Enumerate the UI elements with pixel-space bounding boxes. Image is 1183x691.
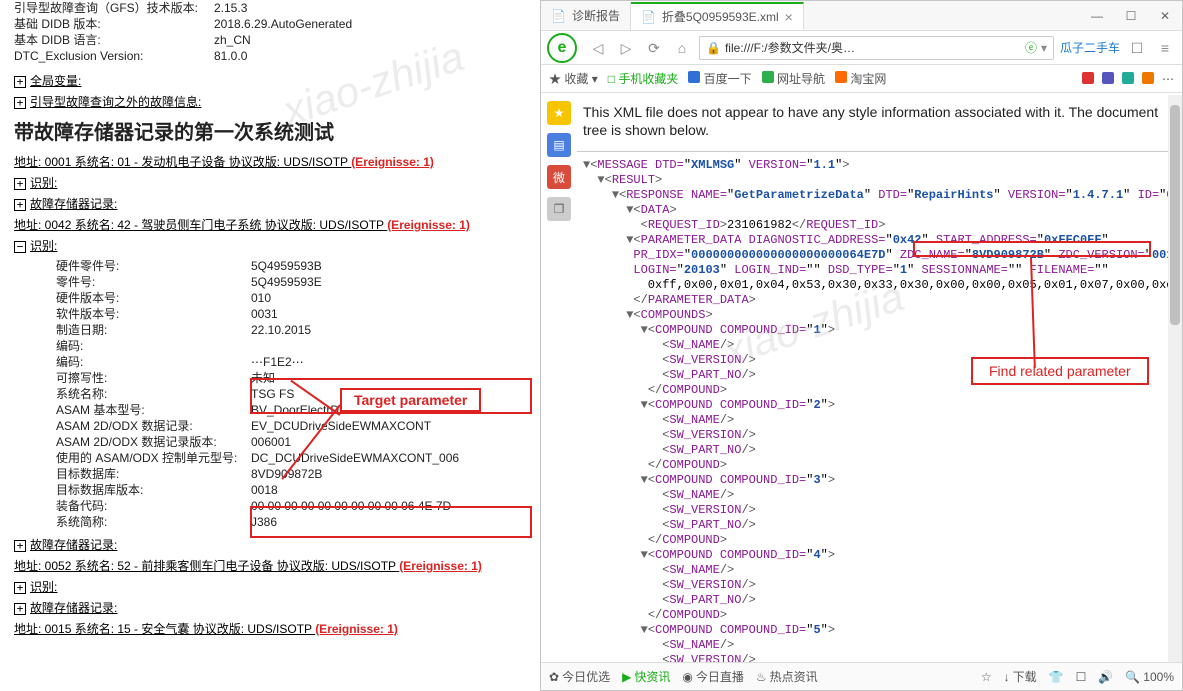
expand-icon[interactable]: + [14,97,26,109]
kv-row: 基础 DIDB 版本:2018.6.29.AutoGenerated [14,16,526,32]
social-sidebar: ★ ▤ 微 ❐ [541,95,577,662]
section-extra-fault[interactable]: +引导型故障查询之外的故障信息: [14,93,526,110]
faultrec-section[interactable]: +故障存储器记录: [14,195,526,212]
kv-row: 基本 DIDB 语言:zh_CN [14,32,526,48]
expand-icon[interactable]: + [14,199,26,211]
fold-icon[interactable]: ▼ [641,323,648,337]
kv-row: DTC_Exclusion Version:81.0.0 [14,48,526,64]
bookmark-baidu[interactable]: 百度一下 [688,70,751,87]
menu-icon[interactable]: ≡ [1154,37,1176,59]
ident-section[interactable]: +识别: [14,174,526,191]
status-hot[interactable]: ♨ 热点资讯 [756,668,818,685]
zoom-level[interactable]: 🔍 100% [1125,670,1174,684]
volume-icon[interactable]: 🔊 [1098,670,1113,684]
qzone-icon[interactable]: ★ [547,101,571,125]
more-icon[interactable]: ⋯ [1162,72,1174,86]
diag-report-pane: 引导型故障查询（GFS）技术版本:2.15.3 基础 DIDB 版本:2018.… [0,0,540,691]
weibo-icon[interactable]: 微 [547,165,571,189]
back-icon[interactable]: ◁ [587,37,609,59]
address-bar[interactable]: 🔒file:///F:/参数文件夹/奥…ⓔ▾ [699,36,1054,60]
browser-window: 📄诊断报告 📄折叠5Q0959593E.xml× — ☐ ✕ e ◁ ▷ ⟳ ⌂… [540,0,1183,691]
xml-banner: This XML file does not appear to have an… [577,95,1168,147]
ident-section[interactable]: +识别: [14,578,526,595]
fold-icon[interactable]: ▼ [612,188,619,202]
expand-icon[interactable]: + [14,582,26,594]
zdc-version: 0018 [1152,248,1168,262]
home-icon[interactable]: ⌂ [671,37,693,59]
status-live[interactable]: ◉ 今日直播 [682,668,744,685]
capture-icon[interactable]: ☐ [1076,670,1087,684]
tools-icon[interactable]: 👕 [1049,670,1064,684]
statusbar: ✿ 今日优选 ▶ 快资讯 ◉ 今日直播 ♨ 热点资讯 ☆ ↓ 下载 👕 ☐ 🔊 … [541,662,1182,690]
navbar: e ◁ ▷ ⟳ ⌂ 🔒file:///F:/参数文件夹/奥…ⓔ▾ 瓜子二手车 ☐… [541,31,1182,65]
forward-icon[interactable]: ▷ [615,37,637,59]
fold-icon[interactable]: ▼ [597,173,604,187]
collapse-icon[interactable]: − [14,241,26,253]
browser-logo-icon[interactable]: e [547,33,577,63]
target-db: 8VD909872B [251,466,526,482]
ext-icon[interactable] [1142,72,1154,84]
download-icon[interactable]: ↓ 下载 [1004,668,1037,685]
kv-row: 引导型故障查询（GFS）技术版本:2.15.3 [14,0,526,16]
related-label: Find related parameter [971,357,1149,385]
kv-key: 引导型故障查询（GFS）技术版本: [14,0,214,16]
target-label: Target parameter [340,388,481,412]
minimize-icon[interactable]: — [1080,1,1114,31]
fav-icon[interactable]: ★ 收藏 ▾ [549,70,598,87]
page-icon: 📄 [551,9,566,23]
bookmarks-bar: ★ 收藏 ▾ □ 手机收藏夹 百度一下 网址导航 淘宝网 ⋯ [541,65,1182,93]
bookmark-taobao[interactable]: 淘宝网 [835,70,886,87]
expand-icon[interactable]: + [14,540,26,552]
fold-icon[interactable]: ▼ [641,623,648,637]
tab-xml[interactable]: 📄折叠5Q0959593E.xml× [631,2,804,30]
more-icon[interactable]: ❐ [547,197,571,221]
tab-diag[interactable]: 📄诊断报告 [541,2,631,30]
status-kuai[interactable]: ▶ 快资讯 [622,668,670,685]
ext-icon[interactable] [1122,72,1134,84]
addr-0001-row[interactable]: 地址: 0001 系统名: 01 - 发动机电子设备 协议改版: UDS/ISO… [14,153,526,170]
titlebar: 📄诊断报告 📄折叠5Q0959593E.xml× — ☐ ✕ [541,1,1182,31]
maximize-icon[interactable]: ☐ [1114,1,1148,31]
fold-icon[interactable]: ▼ [641,473,648,487]
bookmark-mobile[interactable]: □ 手机收藏夹 [608,70,679,87]
zdc-name: 8VD909872B [972,248,1044,262]
close-window-icon[interactable]: ✕ [1148,1,1182,31]
fold-icon[interactable]: ▼ [641,398,648,412]
addr-0052-row[interactable]: 地址: 0052 系统名: 52 - 前排乘客侧车门电子设备 协议改版: UDS… [14,557,526,574]
faultrec-section[interactable]: +故障存储器记录: [14,599,526,616]
section-global-vars[interactable]: +全局变量: [14,72,526,89]
close-icon[interactable]: × [785,9,793,25]
expand-icon[interactable]: + [14,603,26,615]
reload-icon[interactable]: ⟳ [643,37,665,59]
page-icon: 📄 [641,10,656,24]
kv-val: 2.15.3 [214,0,526,16]
addr-0015-row[interactable]: 地址: 0015 系统名: 15 - 安全气囊 协议改版: UDS/ISOTP … [14,620,526,637]
compat-icon[interactable]: ⓔ [1025,39,1037,56]
bookmark-nav[interactable]: 网址导航 [762,70,825,87]
xml-tree[interactable]: ▼<MESSAGE DTD="XMLMSG" VERSION="1.1"> ▼<… [577,158,1168,662]
fold-icon[interactable]: ▼ [641,548,648,562]
faultrec-section[interactable]: +故障存储器记录: [14,536,526,553]
scrollbar[interactable] [1168,95,1182,662]
page-title: 带故障存储器记录的第一次系统测试 [14,116,526,145]
ext-icon[interactable] [1102,72,1114,84]
expand-icon[interactable]: + [14,178,26,190]
expand-icon[interactable]: + [14,76,26,88]
promo-link[interactable]: 瓜子二手车 [1060,39,1120,56]
extensions-icon[interactable]: ☐ [1126,37,1148,59]
ext-icon[interactable] [1082,72,1094,84]
status-today[interactable]: ✿ 今日优选 [549,668,610,685]
share-icon[interactable]: ▤ [547,133,571,157]
favorite-icon[interactable]: ☆ [981,670,992,684]
addr-0042-row[interactable]: 地址: 0042 系统名: 42 - 驾驶员侧车门电子系统 协议改版: UDS/… [14,216,526,233]
target-db-ver: 0018 [251,482,526,498]
ident-section-open[interactable]: −识别: [14,237,526,254]
scroll-thumb[interactable] [1170,105,1180,325]
window-controls: — ☐ ✕ [1080,1,1182,31]
lock-icon: 🔒 [706,41,721,55]
divider [577,151,1168,152]
